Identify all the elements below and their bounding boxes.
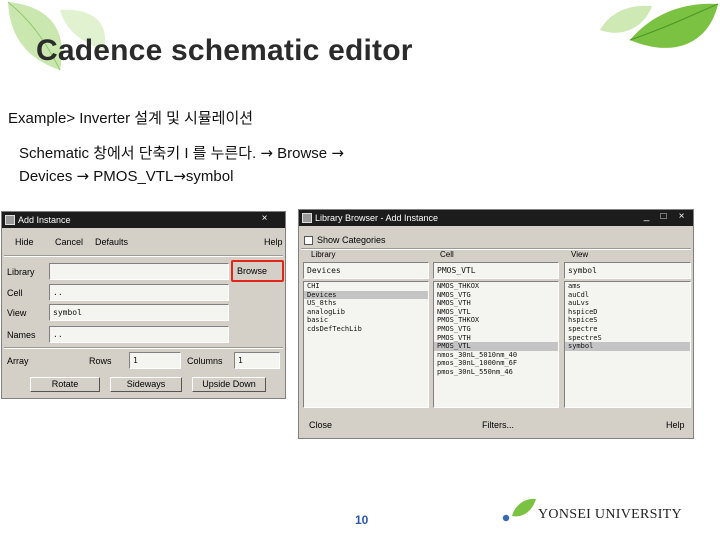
field-divider [4,347,283,349]
cell-list[interactable]: NMOS_THKOX NMOS_VTG NMOS_VTH NMOS_VTL PMOS_T… [433,281,559,408]
cell-list-item[interactable]: NMOS_THKOX [434,282,558,291]
instruction-line1-prefix: Schematic 창에서 단축키 I 를 누른다. [19,145,261,162]
view-list-item[interactable]: hspiceD [565,308,690,317]
upside-down-button[interactable]: Upside Down [192,377,266,392]
library-browser-titlebar[interactable]: Library Browser - Add Instance _ □ × [299,210,693,226]
window-app-icon [302,213,312,223]
names-label: Names [7,330,36,340]
library-column-header: Library [311,250,336,259]
view-list[interactable]: ams auCdl auLvs hspiceD hspiceS spectre spectr… [564,281,691,408]
view-column-header: View [571,250,589,259]
close-icon[interactable]: × [675,211,688,224]
view-list-item[interactable]: ams [565,282,690,291]
library-field[interactable] [49,263,229,280]
view-list-item[interactable]: auLvs [565,299,690,308]
slide-title: Cadence schematic editor [36,34,413,67]
header-divider [301,248,691,250]
view-list-item[interactable]: spectreS [565,334,690,343]
add-instance-title: Add Instance [18,215,71,225]
instruction-line-1: Schematic 창에서 단축키 I 를 누른다. → Browse → [19,142,539,165]
show-categories-checkbox[interactable] [304,236,313,245]
arrow-right-icon: → [76,167,90,185]
show-categories-label: Show Categories [317,235,386,245]
library-list-item[interactable]: CHI [304,282,428,291]
library-list-item[interactable]: US_8ths [304,299,428,308]
columns-label: Columns [187,356,223,366]
cell-label: Cell [7,288,23,298]
arrow-right-icon: → [260,144,273,162]
cell-list-item[interactable]: pmos_30nL_1000nm_6F [434,359,558,368]
university-name: YONSEI UNIVERSITY [538,507,682,522]
view-filter-field[interactable]: symbol [564,262,691,279]
library-list[interactable]: CHI Devices US_8ths analogLib basic cdsDefTec… [303,281,429,408]
cell-field[interactable]: .. [49,284,229,301]
instruction-line2-suffix: symbol [185,168,234,185]
instruction-line-2: Devices → PMOS_VTL→symbol [19,165,539,188]
cell-list-item[interactable]: PMOS_VTH [434,334,558,343]
minimize-icon[interactable]: _ [640,211,653,224]
cell-list-item[interactable]: pmos_30nL_550nm_46 [434,368,558,377]
close-icon[interactable]: × [258,213,271,226]
array-label: Array [7,356,29,366]
arrow-right-icon: → [173,167,186,185]
cell-list-item[interactable]: nmos_30nL_5010nm_40 [434,351,558,360]
instruction-line1-suffix: Browse [272,145,332,162]
view-list-item[interactable]: spectre [565,325,690,334]
names-field[interactable]: .. [49,326,229,343]
cell-filter-field[interactable]: PMOS_VTL [433,262,559,279]
cell-list-item[interactable]: PMOS_VTG [434,325,558,334]
add-instance-titlebar[interactable]: Add Instance × [2,212,285,228]
columns-field[interactable]: 1 [234,352,280,369]
cell-list-item[interactable]: PMOS_THKOX [434,316,558,325]
leaf-decoration-right [600,3,719,48]
close-button[interactable]: Close [309,418,332,432]
library-filter-field[interactable]: Devices [303,262,429,279]
rows-field[interactable]: 1 [129,352,181,369]
library-browser-title: Library Browser - Add Instance [315,213,439,223]
browse-button[interactable]: Browse [237,264,267,278]
library-list-item[interactable]: Devices [304,290,428,300]
sideways-button[interactable]: Sideways [110,377,182,392]
cell-list-item[interactable]: NMOS_VTH [434,299,558,308]
cell-list-item[interactable]: PMOS_VTL [434,342,558,351]
view-list-item[interactable]: hspiceS [565,316,690,325]
instruction-text: Schematic 창에서 단축키 I 를 누른다. → Browse → De… [19,142,539,188]
defaults-button[interactable]: Defaults [95,235,128,249]
help-button[interactable]: Help [666,418,685,432]
yonsei-logo-icon [502,498,536,522]
view-label: View [7,308,27,318]
library-list-item[interactable]: analogLib [304,308,428,317]
rows-label: Rows [89,356,112,366]
library-list-item[interactable]: cdsDefTechLib [304,325,428,334]
slide-subtitle: Example> Inverter 설계 및 시뮬레이션 [8,110,254,127]
instruction-line2-mid: PMOS_VTL [89,168,174,185]
view-list-item[interactable]: auCdl [565,291,690,300]
library-browser-window: Library Browser - Add Instance _ □ × Sho… [298,209,694,439]
window-app-icon [5,215,15,225]
add-instance-window: Add Instance × Hide Cancel Defaults Help… [1,211,286,399]
arrow-right-icon: → [331,144,344,162]
help-button[interactable]: Help [264,235,283,249]
instruction-line2-prefix: Devices [19,168,77,185]
view-field[interactable]: symbol [49,304,229,321]
cell-list-item[interactable]: NMOS_VTG [434,291,558,300]
library-label: Library [7,267,35,277]
filters-button[interactable]: Filters... [482,418,514,432]
rotate-button[interactable]: Rotate [30,377,100,392]
menu-divider [4,255,283,257]
page-number: 10 [355,513,369,527]
hide-button[interactable]: Hide [15,235,34,249]
library-list-item[interactable]: basic [304,316,428,325]
cancel-button[interactable]: Cancel [55,235,83,249]
maximize-icon[interactable]: □ [657,211,670,224]
view-list-item[interactable]: symbol [565,342,690,351]
cell-column-header: Cell [440,250,454,259]
cell-list-item[interactable]: NMOS_VTL [434,308,558,317]
